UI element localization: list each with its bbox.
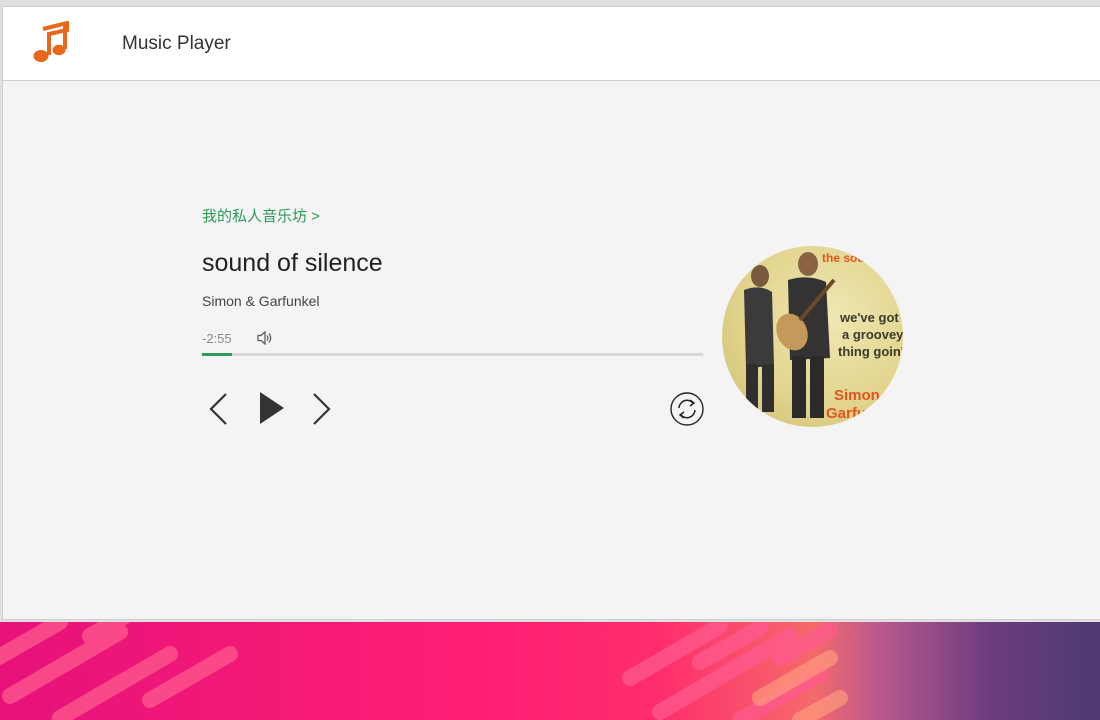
- music-player-window: Music Player 我的私人音乐坊 > sound of silence …: [2, 6, 1100, 620]
- cover-text-top: the sou… silen…: [822, 251, 903, 265]
- music-note-icon: [33, 21, 69, 62]
- time-remaining: -2:55: [202, 331, 232, 346]
- desktop-wallpaper: [0, 622, 1100, 720]
- progress-fill: [202, 353, 233, 356]
- artist-name: Simon & Garfunkel: [202, 293, 320, 309]
- album-cover: the sou… silen… we've got a groovey thin…: [722, 246, 903, 427]
- app-title: Music Player: [122, 33, 231, 54]
- cover-text-line-3: thing goin': [838, 344, 903, 359]
- cover-text-line-1: we've got: [839, 310, 899, 325]
- cover-text-garfunkel: Garfu…: [826, 405, 881, 422]
- playlist-link[interactable]: 我的私人音乐坊 >: [202, 205, 320, 226]
- loop-icon[interactable]: [669, 391, 705, 427]
- wallpaper-stripes: [0, 622, 848, 720]
- chevron-left-icon[interactable]: [206, 391, 230, 427]
- cover-text-line-2: a groovey: [842, 327, 903, 342]
- song-title: sound of silence: [202, 249, 383, 277]
- cover-text-simon: Simon: [834, 387, 880, 404]
- chevron-right-icon[interactable]: [310, 391, 334, 427]
- volume-icon[interactable]: [256, 330, 274, 346]
- progress-bar[interactable]: [202, 353, 703, 356]
- app-header: Music Player: [3, 7, 1100, 81]
- play-icon[interactable]: [255, 390, 287, 426]
- album-art-image: the sou… silen… we've got a groovey thin…: [744, 251, 903, 422]
